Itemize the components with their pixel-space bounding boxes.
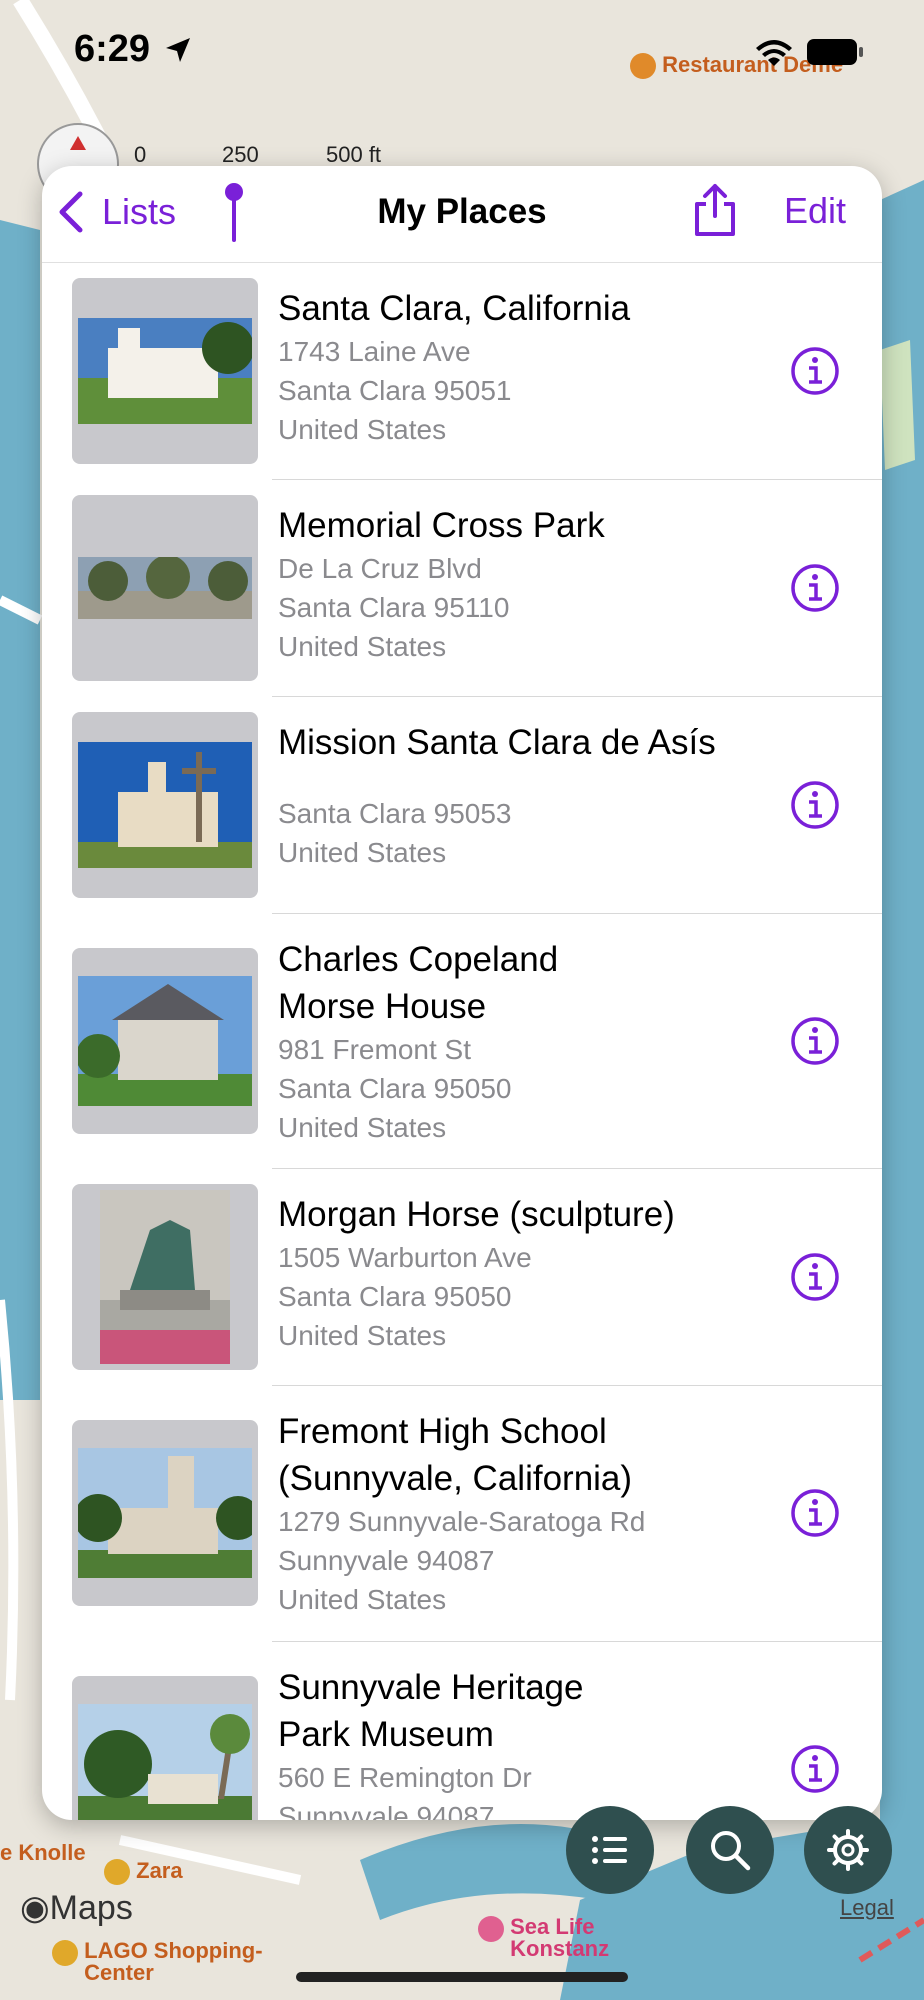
list-item[interactable]: Mission Santa Clara de Asís Santa Clara … — [42, 697, 882, 914]
navigation-bar: Lists My Places Edit — [42, 166, 882, 263]
my-places-sheet: Lists My Places Edit Santa Clara, Califo… — [42, 166, 882, 1820]
address-line: Santa Clara 95053 — [278, 798, 512, 829]
scale-250: 250 — [222, 142, 259, 167]
location-arrow-icon — [166, 38, 190, 62]
list-item[interactable]: Santa Clara, California 1743 Laine Ave S… — [42, 263, 882, 480]
place-thumbnail — [72, 948, 258, 1134]
info-icon[interactable] — [790, 346, 840, 396]
battery-icon — [807, 39, 863, 65]
wifi-icon — [756, 40, 792, 66]
back-label: Lists — [102, 191, 177, 232]
place-thumbnail — [72, 1420, 258, 1606]
edit-button[interactable]: Edit — [784, 190, 846, 232]
list-item[interactable]: Sunnyvale Heritage Park Museum 560 E Rem… — [42, 1642, 882, 1820]
map-poi-knolle[interactable]: e Knolle — [0, 1840, 86, 1866]
info-icon[interactable] — [790, 563, 840, 613]
status-time: 6:29 — [74, 28, 151, 70]
address-line: 1505 Warburton Ave — [278, 1242, 532, 1273]
shopping-icon — [52, 1940, 78, 1966]
pin-icon[interactable] — [222, 182, 246, 244]
address-line: United States — [278, 1320, 447, 1351]
address-line: United States — [278, 1112, 447, 1143]
apple-maps-logo: ◉Maps — [20, 1889, 133, 1927]
list-item[interactable]: Morgan Horse (sculpture) 1505 Warburton … — [42, 1169, 882, 1386]
address-line: United States — [278, 1584, 447, 1615]
address-line: Santa Clara 95051 — [278, 375, 512, 406]
search-icon — [711, 1831, 751, 1871]
info-icon[interactable] — [790, 1744, 840, 1794]
fork-knife-icon — [630, 53, 656, 80]
status-bar: 6:29 Restaurant Deme — [0, 0, 924, 110]
map-poi-zara[interactable]: Zara — [104, 1858, 183, 1886]
place-name: Santa Clara, California — [278, 289, 631, 328]
settings-button[interactable] — [804, 1806, 892, 1894]
fish-icon — [478, 1916, 504, 1942]
chevron-left-icon — [59, 191, 83, 233]
scale-500: 500 ft — [326, 142, 382, 167]
info-icon[interactable] — [790, 1488, 840, 1538]
address-line: Santa Clara 95050 — [278, 1281, 512, 1312]
share-icon[interactable] — [692, 182, 738, 238]
place-thumbnail — [72, 495, 258, 681]
place-name: Mission Santa Clara de Asís — [278, 723, 716, 762]
search-button[interactable] — [686, 1806, 774, 1894]
lists-button[interactable] — [566, 1806, 654, 1894]
clothing-icon — [104, 1859, 130, 1886]
legal-link[interactable]: Legal — [840, 1895, 894, 1921]
back-to-lists-button[interactable]: Lists — [56, 190, 176, 234]
address-line: United States — [278, 837, 447, 868]
place-name: Sunnyvale Heritage Park Museum — [278, 1668, 584, 1754]
place-thumbnail — [72, 712, 258, 898]
address-line: 1279 Sunnyvale-Saratoga Rd — [278, 1506, 646, 1537]
map-poi-sealife[interactable]: Sea Life Konstanz — [478, 1916, 609, 1960]
scale-0: 0 — [134, 142, 147, 167]
info-icon[interactable] — [790, 780, 840, 830]
list-item[interactable]: Fremont High School (Sunnyvale, Californ… — [42, 1386, 882, 1642]
place-thumbnail — [72, 1676, 258, 1820]
place-thumbnail — [72, 278, 258, 464]
address-line: Santa Clara 95050 — [278, 1073, 512, 1104]
map-poi-lago[interactable]: LAGO Shopping- Center — [52, 1940, 263, 1984]
place-name: Fremont High School (Sunnyvale, Californ… — [278, 1412, 633, 1498]
address-line: United States — [278, 414, 447, 445]
address-line — [278, 766, 778, 794]
address-line: Santa Clara 95110 — [278, 592, 510, 623]
place-thumbnail — [72, 1184, 258, 1370]
list-item[interactable]: Charles Copeland Morse House 981 Fremont… — [42, 914, 882, 1169]
list-icon — [592, 1836, 627, 1864]
info-icon[interactable] — [790, 1016, 840, 1066]
address-line: Sunnyvale 94087 — [278, 1545, 495, 1576]
address-line: 1743 Laine Ave — [278, 336, 471, 367]
address-line: 981 Fremont St — [278, 1034, 471, 1065]
home-indicator[interactable] — [296, 1972, 628, 1982]
place-name: Memorial Cross Park — [278, 506, 605, 545]
list-item[interactable]: Memorial Cross Park De La Cruz Blvd Sant… — [42, 480, 882, 697]
place-name: Charles Copeland Morse House — [278, 940, 559, 1026]
gear-icon — [827, 1829, 869, 1871]
address-line: United States — [278, 631, 447, 662]
apple-logo-icon: ◉ — [20, 1889, 50, 1927]
info-icon[interactable] — [790, 1252, 840, 1302]
place-name: Morgan Horse (sculpture) — [278, 1195, 675, 1234]
address-line: 560 E Remington Dr — [278, 1762, 532, 1793]
address-line: De La Cruz Blvd — [278, 553, 482, 584]
